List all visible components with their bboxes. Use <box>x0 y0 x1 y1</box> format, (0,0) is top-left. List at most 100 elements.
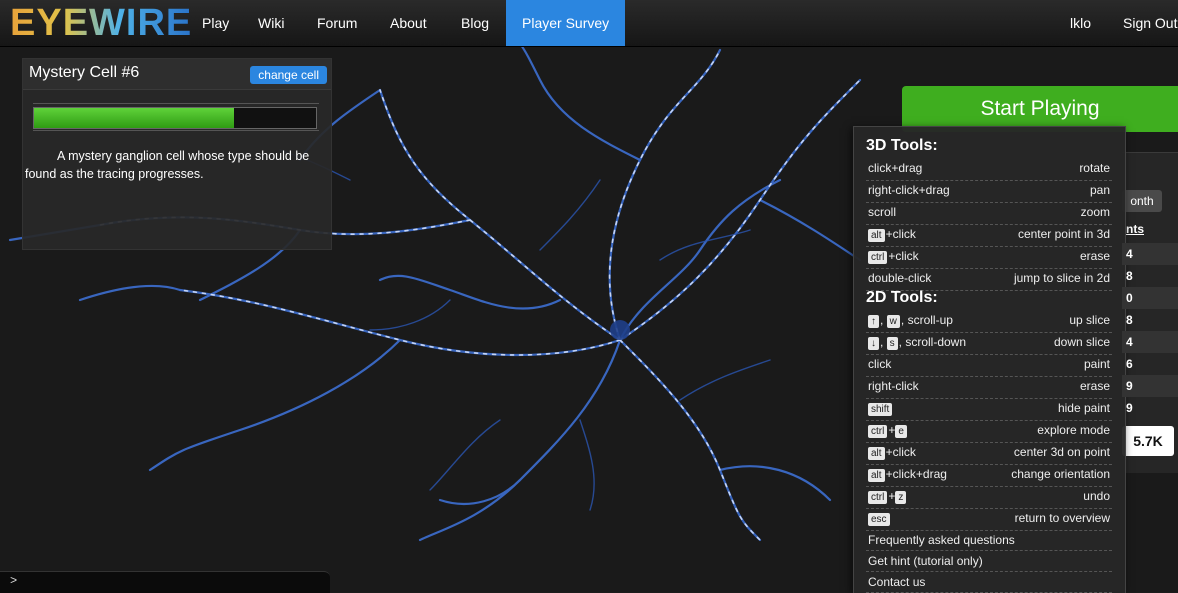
tool-row: click+drag rotate <box>866 158 1112 181</box>
tool-row: alt +click center point in 3d <box>866 224 1112 247</box>
tool-action: erase <box>1079 379 1110 393</box>
tool-row: alt +click center 3d on point <box>866 442 1112 465</box>
nav-blog[interactable]: Blog <box>461 0 489 46</box>
tool-input-text: right-click+drag <box>868 183 950 197</box>
tool-row: esc return to overview <box>866 508 1112 531</box>
tool-action: zoom <box>1080 205 1110 219</box>
key-badge: alt <box>868 447 885 460</box>
chat-console[interactable]: > <box>0 571 330 593</box>
nav-player-survey[interactable]: Player Survey <box>506 0 626 46</box>
section-3d-tools: 3D Tools: <box>866 137 938 154</box>
nav-username[interactable]: lklo <box>1070 0 1091 46</box>
tool-input: right-click+drag <box>868 183 950 197</box>
controls-help-overlay: 3D Tools: click+drag rotate right-click+dr… <box>853 126 1126 593</box>
nav-play[interactable]: Play <box>202 0 229 46</box>
nav-about[interactable]: About <box>390 0 427 46</box>
tool-action: return to overview <box>1014 511 1110 525</box>
change-cell-button[interactable]: change cell <box>250 66 327 84</box>
help-link[interactable]: Get hint (tutorial only) <box>866 551 1112 572</box>
points-row: 4 <box>1122 331 1178 353</box>
tool-row: ctrl +click erase <box>866 246 1112 269</box>
tool-row: ctrl + z undo <box>866 486 1112 509</box>
section-2d-tools: 2D Tools: <box>866 289 938 306</box>
key-badge: ctrl <box>868 491 888 504</box>
tool-input-text: click+drag <box>868 161 923 175</box>
cell-info-panel: Mystery Cell #6 change cell A mystery ga… <box>22 58 332 250</box>
key-badge: alt <box>868 469 885 482</box>
tool-action: rotate <box>1079 161 1110 175</box>
console-prompt: > <box>10 574 18 588</box>
tool-input: alt +click <box>868 445 916 460</box>
tool-input: alt +click <box>868 227 916 242</box>
key-badge: ctrl <box>868 425 888 438</box>
month-tab[interactable]: onth <box>1122 190 1162 212</box>
help-link-label: Contact us <box>868 575 926 589</box>
tool-row: alt +click+drag change orientation <box>866 464 1112 487</box>
tool-input: ctrl +click <box>868 249 919 264</box>
tool-input-text: right-click <box>868 379 919 393</box>
tool-input: click+drag <box>868 161 922 175</box>
tool-action: up slice <box>1069 313 1110 327</box>
tool-input: right-click <box>868 379 919 393</box>
key-badge: ↑ <box>868 315 879 328</box>
tool-input: shift <box>868 401 893 416</box>
nav-sign-out[interactable]: Sign Out <box>1123 0 1177 46</box>
tool-input-text: double-click <box>868 271 932 285</box>
tool-action: center 3d on point <box>1013 445 1110 459</box>
eyewire-logo[interactable]: EYEWIRE <box>10 2 192 44</box>
help-link-label: Get hint (tutorial only) <box>868 554 983 568</box>
tool-input: ctrl + z <box>868 489 907 504</box>
key-badge: esc <box>868 513 890 526</box>
tool-input: ctrl + e <box>868 423 908 438</box>
top-navigation: EYEWIRE Play Wiki Forum About Blog Playe… <box>0 0 1178 47</box>
points-row: 6 <box>1126 357 1133 371</box>
tool-action: explore mode <box>1037 423 1110 437</box>
key-badge: alt <box>868 229 885 242</box>
tool-action: hide paint <box>1057 401 1110 415</box>
tool-input-text: +click <box>885 227 916 241</box>
key-badge: z <box>895 491 907 504</box>
tool-action: erase <box>1079 249 1110 263</box>
tool-input-text: +click+drag <box>885 467 947 481</box>
points-row: 8 <box>1126 269 1133 283</box>
tool-input-text: scroll <box>868 205 897 219</box>
points-row: 9 <box>1126 401 1133 415</box>
tool-row: click paint <box>866 354 1112 377</box>
key-badge: s <box>886 337 898 350</box>
cell-title: Mystery Cell #6 <box>29 64 140 81</box>
points-column-header: nts <box>1126 222 1144 236</box>
help-link[interactable]: Contact us <box>866 572 1112 593</box>
key-badge: ↓ <box>868 337 879 350</box>
tool-input: click <box>868 357 891 371</box>
cell-description: A mystery ganglion cell whose type shoul… <box>25 149 310 181</box>
tool-input-text: +click <box>888 249 919 263</box>
tool-input: double-click <box>868 271 931 285</box>
points-row: 4 <box>1122 243 1178 265</box>
points-row: 0 <box>1122 287 1178 309</box>
nav-wiki[interactable]: Wiki <box>258 0 284 46</box>
tool-row: ctrl + e explore mode <box>866 420 1112 443</box>
tool-input: ↑, w, scroll-up <box>868 313 953 328</box>
tool-action: undo <box>1083 489 1110 503</box>
tool-input: esc <box>868 511 891 526</box>
cell-progress <box>33 103 319 131</box>
tool-action: pan <box>1089 183 1110 197</box>
tool-row: shift hide paint <box>866 398 1112 421</box>
tool-input-text: +click <box>885 445 916 459</box>
points-row: 8 <box>1126 313 1133 327</box>
progress-track <box>33 107 317 129</box>
key-badge: shift <box>868 403 893 416</box>
key-badge: ctrl <box>868 251 888 264</box>
help-link[interactable]: Frequently asked questions <box>866 530 1112 551</box>
tool-input-text: , scroll-up <box>900 313 953 327</box>
progress-fill <box>34 108 235 128</box>
tool-action: paint <box>1083 357 1110 371</box>
points-row: 9 <box>1122 375 1178 397</box>
score-badge: 5.7K <box>1122 426 1174 456</box>
tool-row: scroll zoom <box>866 202 1112 225</box>
tool-row: double-click jump to slice in 2d <box>866 268 1112 291</box>
tool-input-text: click <box>868 357 892 371</box>
key-badge: e <box>895 425 907 438</box>
nav-forum[interactable]: Forum <box>317 0 357 46</box>
tool-row: ↓, s, scroll-down down slice <box>866 332 1112 355</box>
